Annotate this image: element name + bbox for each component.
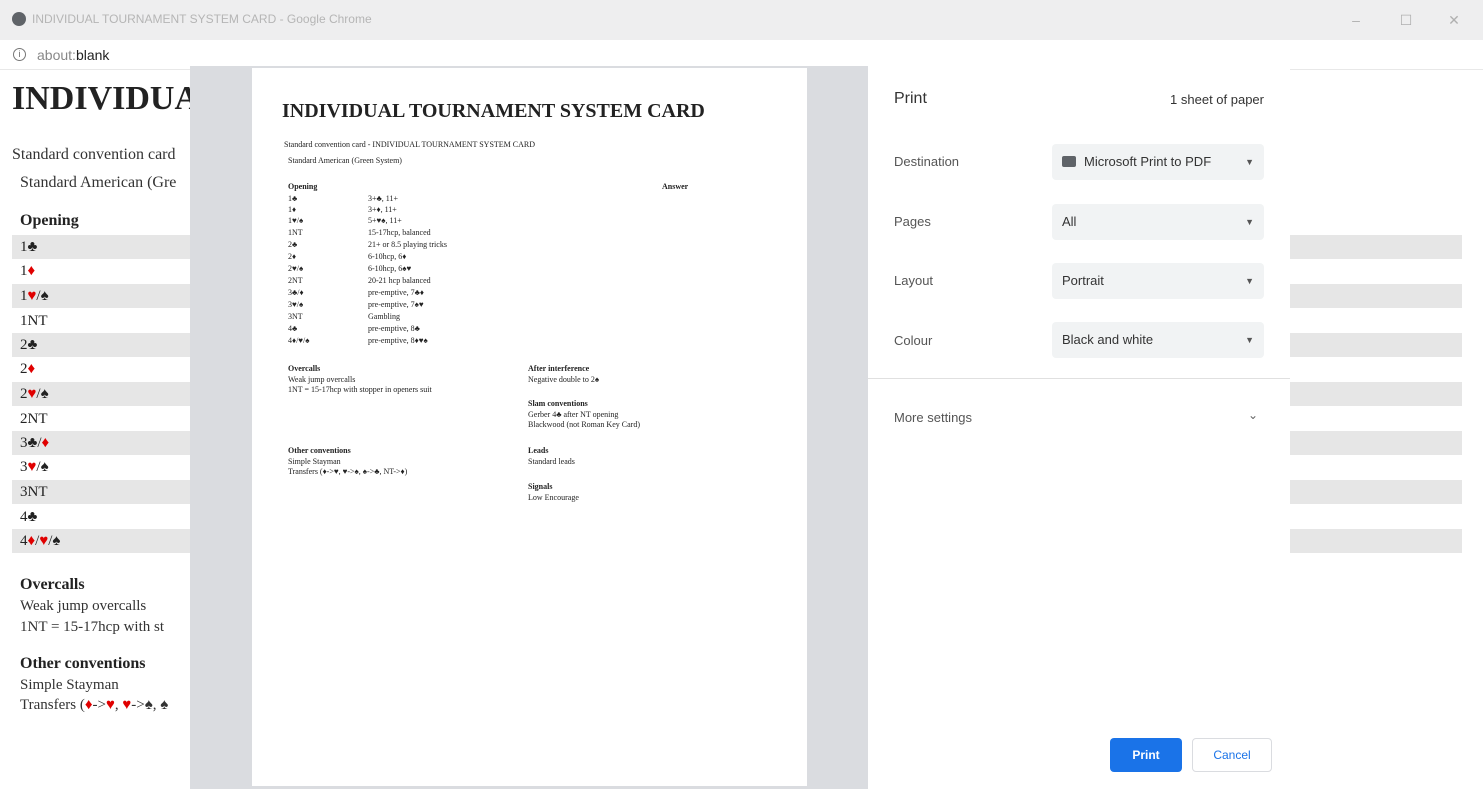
preview-leads-heading: Leads [528,446,549,455]
preview-overcalls-line: Weak jump overcalls [288,375,356,384]
preview-opening-heading: Opening [288,182,318,191]
globe-icon [12,12,26,26]
url-text[interactable]: about:blank [37,47,109,63]
preview-slam-line: Gerber 4♣ after NT opening [528,410,619,419]
preview-other-heading: Other conventions [288,446,351,455]
preview-signals-heading: Signals [528,482,553,491]
window-title: INDIVIDUAL TOURNAMENT SYSTEM CARD - Goog… [32,12,372,26]
preview-subtitle: Standard convention card - INDIVIDUAL TO… [284,140,536,149]
preview-after-line: Negative double to 2♠ [528,375,600,384]
chevron-down-icon[interactable]: ⌄ [1248,408,1258,422]
print-settings-panel: Print 1 sheet of paper Destination Micro… [868,66,1290,789]
overcalls-line: 1NT = 15-17hcp with st [20,619,165,635]
layout-label: Layout [894,273,934,288]
maximize-button[interactable]: ☐ [1386,6,1426,34]
pages-select[interactable]: All ▼ [1052,204,1264,240]
preview-other-line: Transfers (♦->♥, ♥->♠, ♠->♣, NT->♦) [288,467,408,476]
preview-after-heading: After interference [528,364,590,373]
other-line: Simple Stayman [20,677,119,693]
cancel-button[interactable]: Cancel [1192,738,1272,772]
caret-down-icon: ▼ [1245,276,1254,286]
preview-overcalls-heading: Overcalls [288,364,321,373]
preview-other-line: Simple Stayman [288,457,341,466]
other-heading: Other conventions [20,655,146,672]
caret-down-icon: ▼ [1245,157,1254,167]
pages-label: Pages [894,214,931,229]
divider [868,378,1290,379]
minimize-button[interactable]: – [1336,6,1376,34]
colour-select[interactable]: Black and white ▼ [1052,322,1264,358]
sheet-count: 1 sheet of paper [1170,92,1264,107]
preview-signals-line: Low Encourage [528,493,579,502]
page-system: Standard American (Gre [20,174,177,191]
layout-select[interactable]: Portrait ▼ [1052,263,1264,299]
caret-down-icon: ▼ [1245,335,1254,345]
page-title: INDIVIDUA [12,80,200,117]
preview-slam-line: Blackwood (not Roman Key Card) [528,420,640,429]
destination-label: Destination [894,154,960,169]
preview-leads-line: Standard leads [528,457,575,466]
caret-down-icon: ▼ [1245,217,1254,227]
page-subtitle: Standard convention card [12,146,176,163]
print-button[interactable]: Print [1110,738,1182,772]
preview-overcalls-line: 1NT = 15-17hcp with stopper in openers s… [288,385,432,394]
window-titlebar: INDIVIDUAL TOURNAMENT SYSTEM CARD - Goog… [0,0,1483,40]
overcalls-heading: Overcalls [20,576,85,593]
info-icon[interactable]: i [13,48,26,61]
destination-select[interactable]: Microsoft Print to PDF ▼ [1052,144,1264,180]
overcalls-line: Weak jump overcalls [20,598,147,614]
preview-slam-heading: Slam conventions [528,399,588,408]
preview-page: INDIVIDUAL TOURNAMENT SYSTEM CARD Standa… [252,68,807,786]
other-line: Transfers (♦->♥, ♥->♠, ♠ [20,697,169,713]
preview-title: INDIVIDUAL TOURNAMENT SYSTEM CARD [282,100,705,122]
printer-icon [1062,156,1076,167]
close-button[interactable]: ✕ [1434,6,1474,34]
preview-answer-heading: Answer [662,182,689,191]
opening-heading: Opening [20,212,79,229]
colour-label: Colour [894,333,933,348]
more-settings[interactable]: More settings [894,410,972,425]
print-header: Print [894,90,927,107]
preview-system: Standard American (Green System) [288,156,402,165]
